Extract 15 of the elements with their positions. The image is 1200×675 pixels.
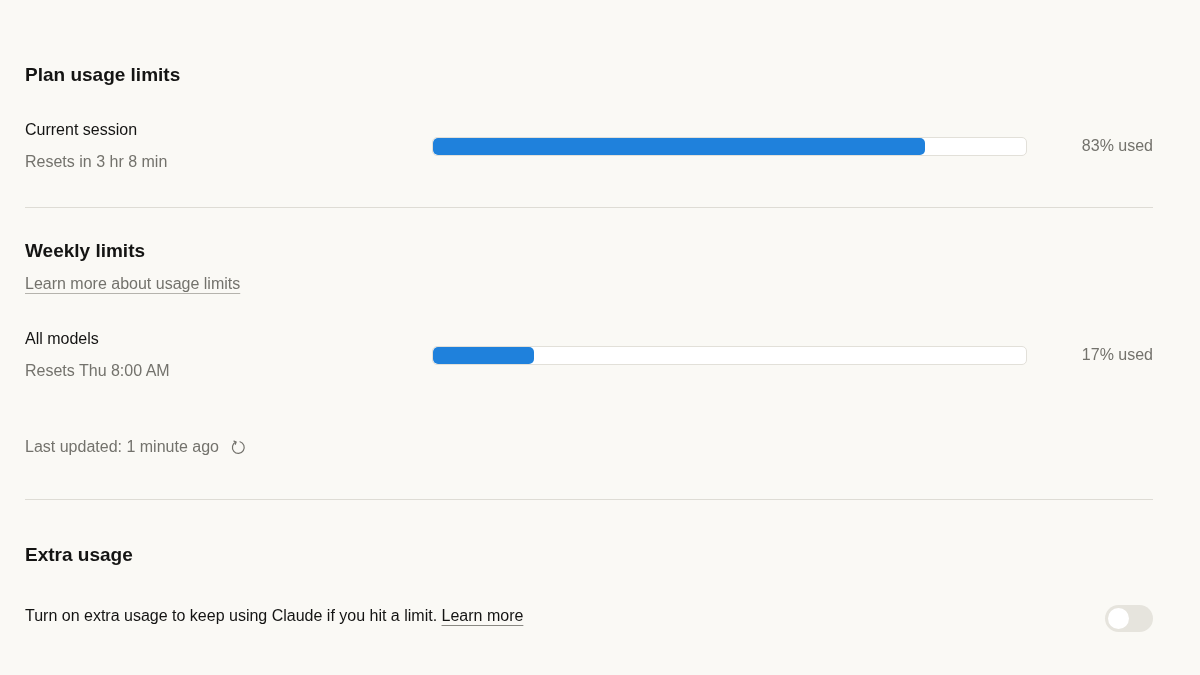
toggle-switch[interactable] [1105, 605, 1153, 632]
reset-time-text: Resets Thu 8:00 AM [25, 361, 171, 381]
learn-more-link[interactable]: Learn more about usage limits [25, 272, 241, 296]
meter-label: Current session [25, 120, 139, 140]
section-heading: Weekly limits [25, 239, 147, 263]
usage-reading: 17% used [1080, 345, 1153, 365]
reset-time-text: Resets in 3 hr 8 min [25, 152, 169, 172]
section-heading: Plan usage limits [25, 63, 182, 87]
meter-label: All models [25, 329, 100, 349]
section-heading: Extra usage [25, 543, 134, 567]
last-updated-text: Last updated: 1 minute ago [25, 437, 219, 457]
learn-more-link[interactable]: Learn more [441, 606, 524, 624]
refresh-icon[interactable] [230, 439, 246, 455]
description-text: Turn on extra usage to keep using Claude if you hit a limit. Learn more [25, 605, 524, 626]
usage-reading: 83% used [1080, 136, 1153, 156]
